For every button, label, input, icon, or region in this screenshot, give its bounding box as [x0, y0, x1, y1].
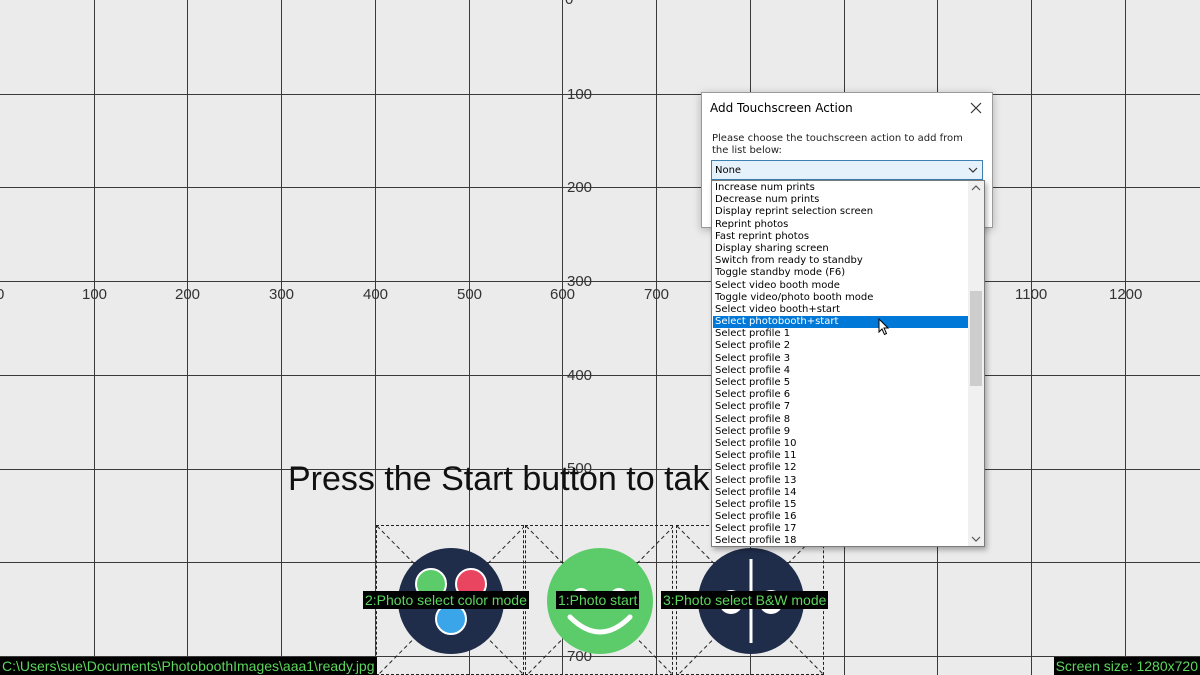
scroll-down-arrow-icon[interactable]: [968, 532, 984, 546]
dropdown-option[interactable]: Reprint photos: [713, 219, 968, 231]
grid-line: [281, 0, 282, 675]
dropdown-options: Increase num prints Decrease num prints …: [713, 182, 968, 546]
x-axis-label: 100: [82, 286, 108, 303]
y-axis-label: 0: [565, 0, 573, 7]
scrollbar-thumb[interactable]: [970, 291, 982, 386]
dropdown-option[interactable]: Select profile 15: [713, 499, 968, 511]
x-axis-label: 0: [0, 286, 5, 303]
dropdown-scrollbar[interactable]: [968, 181, 984, 546]
action-dropdown-list[interactable]: Increase num prints Decrease num prints …: [711, 180, 985, 547]
dialog-message: Please choose the touchscreen action to …: [712, 133, 963, 156]
dropdown-option[interactable]: Select video booth+start: [713, 304, 968, 316]
dropdown-option[interactable]: Select profile 1: [713, 328, 968, 340]
prompt-text[interactable]: Press the Start button to tak: [288, 460, 709, 499]
zone-label-color-mode: 2:Photo select color mode: [363, 591, 529, 609]
grid-line: [1125, 0, 1126, 675]
status-screen-size: Screen size: 1280x720: [1053, 657, 1200, 675]
dropdown-option[interactable]: Select profile 4: [713, 365, 968, 377]
dropdown-option[interactable]: Select profile 3: [713, 353, 968, 365]
dropdown-option[interactable]: Select profile 10: [713, 438, 968, 450]
dropdown-option[interactable]: Toggle video/photo booth mode: [713, 292, 968, 304]
y-axis-label: 200: [567, 179, 593, 196]
grid-line: [1031, 0, 1032, 675]
grid-line: [0, 187, 1200, 188]
zone-label-photo-start: 1:Photo start: [556, 591, 640, 609]
dropdown-option[interactable]: Decrease num prints: [713, 194, 968, 206]
mouse-pointer-icon: [878, 318, 890, 336]
x-axis-label: 200: [175, 286, 201, 303]
grid-line: [94, 0, 95, 675]
dropdown-option[interactable]: Select profile 18: [713, 535, 968, 546]
dropdown-option[interactable]: Select profile 7: [713, 401, 968, 413]
x-axis-label: 400: [363, 286, 389, 303]
chevron-down-icon: [968, 167, 978, 173]
scroll-up-arrow-icon[interactable]: [968, 181, 984, 195]
dropdown-option[interactable]: Select profile 13: [713, 475, 968, 487]
dropdown-option-selected[interactable]: Select photobooth+start: [713, 316, 968, 329]
dropdown-option[interactable]: Select profile 12: [713, 462, 968, 474]
dropdown-option[interactable]: Switch from ready to standby: [713, 255, 968, 267]
x-axis-label: 300: [269, 286, 295, 303]
y-axis-label: 300: [567, 273, 593, 290]
dropdown-option[interactable]: Select profile 16: [713, 511, 968, 523]
dropdown-option[interactable]: Select profile 11: [713, 450, 968, 462]
zone-label-bw-mode: 3:Photo select B&W mode: [661, 591, 829, 609]
dropdown-option[interactable]: Display sharing screen: [713, 243, 968, 255]
combo-selected-value: None: [715, 165, 742, 176]
x-axis-label: 700: [644, 286, 670, 303]
dropdown-option[interactable]: Increase num prints: [713, 182, 968, 194]
dropdown-option[interactable]: Fast reprint photos: [713, 231, 968, 243]
grid-line: [0, 375, 1200, 376]
dropdown-option[interactable]: Select profile 2: [713, 340, 968, 352]
dropdown-option[interactable]: Select profile 17: [713, 523, 968, 535]
action-combo-box[interactable]: None: [711, 160, 983, 180]
dropdown-option[interactable]: Select profile 8: [713, 414, 968, 426]
dialog-title: Add Touchscreen Action: [710, 101, 853, 115]
dropdown-option[interactable]: Select video booth mode: [713, 280, 968, 292]
grid-line: [0, 94, 1200, 95]
dropdown-option[interactable]: Toggle standby mode (F6): [713, 267, 968, 279]
grid-line: [0, 281, 1200, 282]
x-axis-label: 500: [457, 286, 483, 303]
y-axis-label: 100: [567, 86, 593, 103]
close-icon[interactable]: [966, 98, 986, 118]
x-axis-label: 1100: [1015, 286, 1048, 303]
grid-line: [187, 0, 188, 675]
y-axis-label: 400: [567, 367, 593, 384]
dropdown-option[interactable]: Select profile 5: [713, 377, 968, 389]
dropdown-option[interactable]: Display reprint selection screen: [713, 206, 968, 218]
layout-canvas[interactable]: 0 100 200 300 400 500 600 700 1100 1200 …: [0, 0, 1200, 675]
status-file-path: C:\Users\sue\Documents\PhotoboothImages\…: [0, 657, 377, 675]
dropdown-option[interactable]: Select profile 14: [713, 487, 968, 499]
dropdown-option[interactable]: Select profile 9: [713, 426, 968, 438]
x-axis-label: 1200: [1109, 286, 1143, 303]
dropdown-option[interactable]: Select profile 6: [713, 389, 968, 401]
